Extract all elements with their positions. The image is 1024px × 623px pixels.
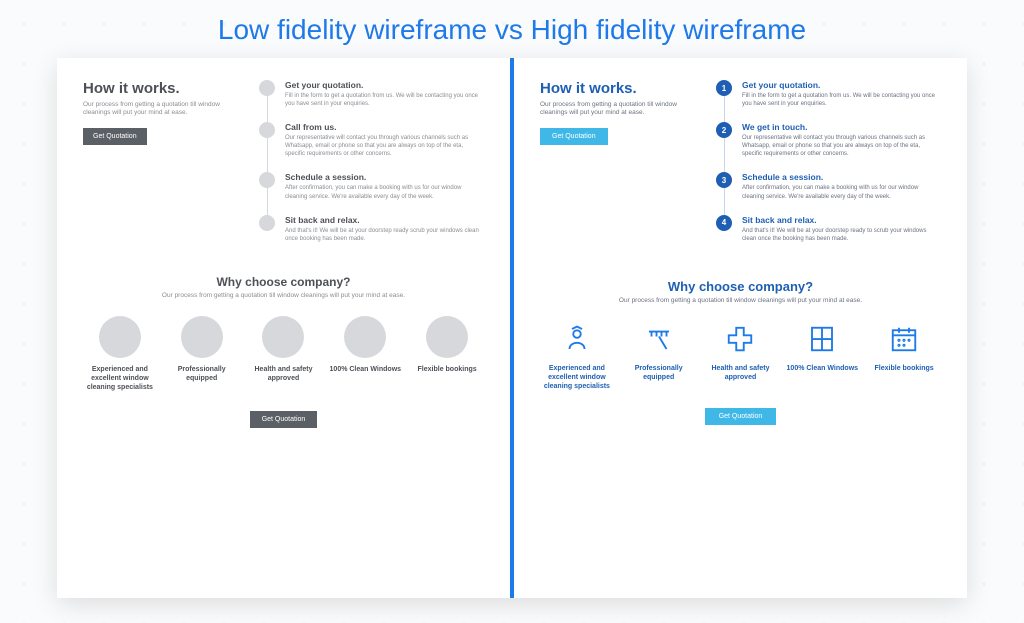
step-title: Get your quotation.: [742, 80, 941, 90]
lowfi-cta-button[interactable]: Get Quotation: [83, 128, 147, 145]
feature-label: Flexible bookings: [867, 365, 941, 374]
step-dot-icon: [259, 172, 275, 188]
feature-label: Experienced and excellent window cleanin…: [540, 365, 614, 391]
hifi-why-subtitle: Our process from getting a quotation til…: [540, 297, 941, 305]
squeegee-icon: [641, 321, 677, 357]
hifi-cta2-button[interactable]: Get Quotation: [705, 408, 777, 425]
feature-item: Flexible bookings: [410, 316, 484, 392]
lowfi-step: Schedule a session. After confirmation, …: [259, 172, 484, 200]
hifi-step: 3 Schedule a session. After confirmation…: [716, 172, 941, 200]
lowfi-why-title: Why choose company?: [83, 275, 484, 289]
hifi-hiw-title: How it works.: [540, 80, 690, 97]
hifi-cta-button[interactable]: Get Quotation: [540, 128, 608, 145]
hifi-why-title: Why choose company?: [540, 279, 941, 294]
feature-label: Flexible bookings: [410, 366, 484, 375]
step-title: We get in touch.: [742, 122, 941, 132]
feature-label: Experienced and excellent window cleanin…: [83, 366, 157, 392]
step-title: Sit back and relax.: [285, 215, 484, 225]
step-number-badge: 2: [716, 122, 732, 138]
step-title: Schedule a session.: [285, 172, 484, 182]
lowfi-step: Sit back and relax. And that's it! We wi…: [259, 215, 484, 243]
step-number-badge: 4: [716, 215, 732, 231]
placeholder-icon: [99, 316, 141, 358]
step-dot-icon: [259, 80, 275, 96]
step-desc: Our representative will contact you thro…: [742, 134, 941, 158]
feature-label: Professionally equipped: [622, 365, 696, 383]
hifi-hiw-subtitle: Our process from getting a quotation til…: [540, 101, 680, 118]
feature-item: Professionally equipped: [165, 316, 239, 392]
step-title: Get your quotation.: [285, 80, 484, 90]
placeholder-icon: [181, 316, 223, 358]
step-number-badge: 3: [716, 172, 732, 188]
lowfi-cta2-button[interactable]: Get Quotation: [250, 411, 318, 428]
comparison-card: How it works. Our process from getting a…: [57, 58, 967, 598]
step-title: Call from us.: [285, 122, 484, 132]
feature-label: 100% Clean Windows: [785, 365, 859, 374]
hifi-steps: 1 Get your quotation. Fill in the form t…: [716, 80, 941, 257]
hifi-step: 4 Sit back and relax. And that's it! We …: [716, 215, 941, 243]
health-cross-icon: [722, 321, 758, 357]
step-desc: After confirmation, you can make a booki…: [285, 184, 484, 200]
feature-item: Health and safety approved: [704, 321, 778, 391]
feature-label: Health and safety approved: [247, 366, 321, 384]
lowfi-hiw-title: How it works.: [83, 80, 233, 97]
lowfi-panel: How it works. Our process from getting a…: [57, 58, 510, 598]
step-desc: After confirmation, you can make a booki…: [742, 184, 941, 200]
lowfi-step: Call from us. Our representative will co…: [259, 122, 484, 158]
placeholder-icon: [262, 316, 304, 358]
feature-item: 100% Clean Windows: [328, 316, 402, 392]
hifi-step: 2 We get in touch. Our representative wi…: [716, 122, 941, 158]
step-desc: Fill in the form to get a quotation from…: [742, 92, 941, 108]
feature-item: Experienced and excellent window cleanin…: [540, 321, 614, 391]
step-desc: And that's it! We will be at your doorst…: [285, 227, 484, 243]
feature-item: Health and safety approved: [247, 316, 321, 392]
placeholder-icon: [426, 316, 468, 358]
step-desc: Our representative will contact you thro…: [285, 134, 484, 158]
step-dot-icon: [259, 122, 275, 138]
window-icon: [804, 321, 840, 357]
feature-item: 100% Clean Windows: [785, 321, 859, 391]
lowfi-features: Experienced and excellent window cleanin…: [83, 316, 484, 392]
feature-label: Health and safety approved: [704, 365, 778, 383]
calendar-icon: [886, 321, 922, 357]
hifi-panel: How it works. Our process from getting a…: [514, 58, 967, 598]
lowfi-steps: Get your quotation. Fill in the form to …: [259, 80, 484, 257]
placeholder-icon: [344, 316, 386, 358]
hifi-features: Experienced and excellent window cleanin…: [540, 321, 941, 391]
feature-label: 100% Clean Windows: [328, 366, 402, 375]
lowfi-step: Get your quotation. Fill in the form to …: [259, 80, 484, 108]
step-number-badge: 1: [716, 80, 732, 96]
step-title: Schedule a session.: [742, 172, 941, 182]
page-title: Low fidelity wireframe vs High fidelity …: [0, 0, 1024, 58]
step-dot-icon: [259, 215, 275, 231]
lowfi-why-subtitle: Our process from getting a quotation til…: [83, 292, 484, 300]
step-desc: And that's it! We will be at your doorst…: [742, 227, 941, 243]
specialist-icon: [559, 321, 595, 357]
step-desc: Fill in the form to get a quotation from…: [285, 92, 484, 108]
feature-item: Flexible bookings: [867, 321, 941, 391]
feature-item: Professionally equipped: [622, 321, 696, 391]
lowfi-hiw-subtitle: Our process from getting a quotation til…: [83, 101, 223, 118]
hifi-step: 1 Get your quotation. Fill in the form t…: [716, 80, 941, 108]
step-title: Sit back and relax.: [742, 215, 941, 225]
feature-item: Experienced and excellent window cleanin…: [83, 316, 157, 392]
feature-label: Professionally equipped: [165, 366, 239, 384]
